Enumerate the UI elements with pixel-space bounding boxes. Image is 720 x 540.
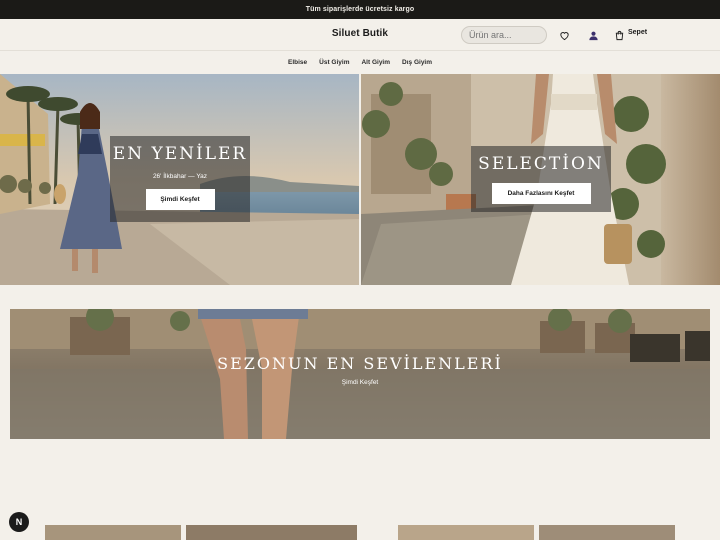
- banner-text: SEZONUN EN SEVİLENLERİ Şimdi Keşfet: [10, 354, 710, 386]
- hero-left-subtitle: 26' İlkbahar — Yaz: [152, 173, 208, 180]
- hero-left-button[interactable]: Şimdi Keşfet: [145, 189, 215, 210]
- cart-icon[interactable]: [612, 28, 626, 42]
- hero-left-overlay: EN YENİLER 26' İlkbahar — Yaz Şimdi Keşf…: [110, 136, 250, 222]
- announcement-bar: Tüm siparişlerde ücretsiz kargo: [0, 0, 720, 19]
- hero-right-button[interactable]: Daha Fazlasını Keşfet: [491, 183, 591, 204]
- user-icon[interactable]: [586, 28, 600, 42]
- nav-item-elbise[interactable]: Elbise: [288, 59, 307, 66]
- banner-title: SEZONUN EN SEVİLENLERİ: [217, 354, 503, 373]
- announcement-text: Tüm siparişlerde ücretsiz kargo: [305, 6, 415, 13]
- hero-right-panel[interactable]: SELECTİON Daha Fazlasını Keşfet: [361, 74, 720, 285]
- nav-item-dis-giyim[interactable]: Dış Giyim: [402, 59, 432, 66]
- main-nav: Elbise Üst Giyim Alt Giyim Dış Giyim: [0, 51, 720, 74]
- nav-item-alt-giyim[interactable]: Alt Giyim: [361, 59, 390, 66]
- n-badge[interactable]: N: [9, 512, 29, 532]
- product-card[interactable]: [45, 525, 181, 540]
- featured-banner[interactable]: SEZONUN EN SEVİLENLERİ Şimdi Keşfet: [10, 309, 710, 439]
- product-card[interactable]: [539, 525, 675, 540]
- hero-left-title: EN YENİLER: [112, 144, 248, 164]
- heart-icon[interactable]: [557, 28, 571, 42]
- search-input[interactable]: [461, 26, 547, 44]
- hero-right-title: SELECTİON: [478, 154, 604, 174]
- hero-left-panel[interactable]: EN YENİLER 26' İlkbahar — Yaz Şimdi Keşf…: [0, 74, 359, 285]
- banner-link[interactable]: Şimdi Keşfet: [10, 379, 710, 386]
- cart-label[interactable]: Sepet: [628, 29, 647, 36]
- nav-item-ust-giyim[interactable]: Üst Giyim: [319, 59, 349, 66]
- hero-section: EN YENİLER 26' İlkbahar — Yaz Şimdi Keşf…: [0, 74, 720, 285]
- product-card[interactable]: [186, 525, 357, 540]
- product-card[interactable]: [398, 525, 534, 540]
- page: Tüm siparişlerde ücretsiz kargo Siluet B…: [0, 0, 720, 540]
- site-header: Siluet Butik Sepet: [0, 19, 720, 51]
- hero-right-overlay: SELECTİON Daha Fazlasını Keşfet: [471, 146, 611, 212]
